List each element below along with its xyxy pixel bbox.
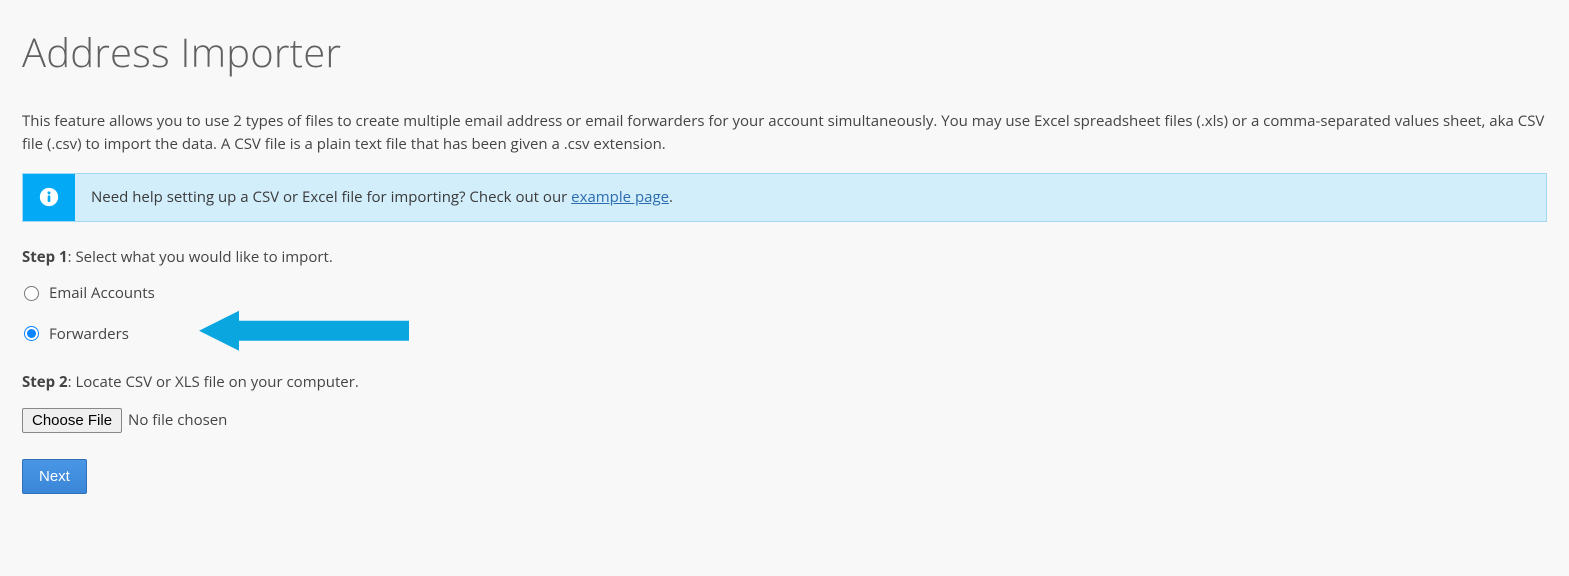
arrow-annotation-icon — [199, 310, 409, 359]
choose-file-button[interactable]: Choose File — [22, 408, 122, 433]
radio-forwarders-label[interactable]: Forwarders — [49, 323, 129, 346]
step1-label: Step 1 — [22, 247, 68, 267]
radio-row-email-accounts[interactable]: Email Accounts — [24, 282, 1547, 305]
step2-label: Step 2 — [22, 372, 68, 392]
radio-email-accounts-label[interactable]: Email Accounts — [49, 282, 155, 305]
info-banner: Need help setting up a CSV or Excel file… — [22, 173, 1547, 222]
radio-forwarders[interactable] — [24, 326, 39, 341]
radio-row-forwarders[interactable]: Forwarders — [24, 323, 1547, 346]
radio-email-accounts[interactable] — [24, 286, 39, 301]
feature-description: This feature allows you to use 2 types o… — [22, 110, 1547, 155]
info-icon — [23, 174, 75, 221]
step2-text: : Locate CSV or XLS file on your compute… — [68, 372, 359, 392]
step1-line: Step 1: Select what you would like to im… — [22, 246, 1547, 269]
file-input-row: Choose File No file chosen — [22, 408, 1547, 433]
file-chosen-status: No file chosen — [128, 409, 227, 432]
next-button[interactable]: Next — [22, 459, 87, 494]
info-message: Need help setting up a CSV or Excel file… — [75, 174, 689, 221]
step1-text: : Select what you would like to import. — [68, 247, 333, 267]
step2-line: Step 2: Locate CSV or XLS file on your c… — [22, 371, 1547, 394]
example-page-link[interactable]: example page — [571, 187, 669, 207]
info-text-after: . — [669, 187, 673, 207]
page-title: Address Importer — [22, 22, 1547, 82]
info-text-before: Need help setting up a CSV or Excel file… — [91, 187, 571, 207]
